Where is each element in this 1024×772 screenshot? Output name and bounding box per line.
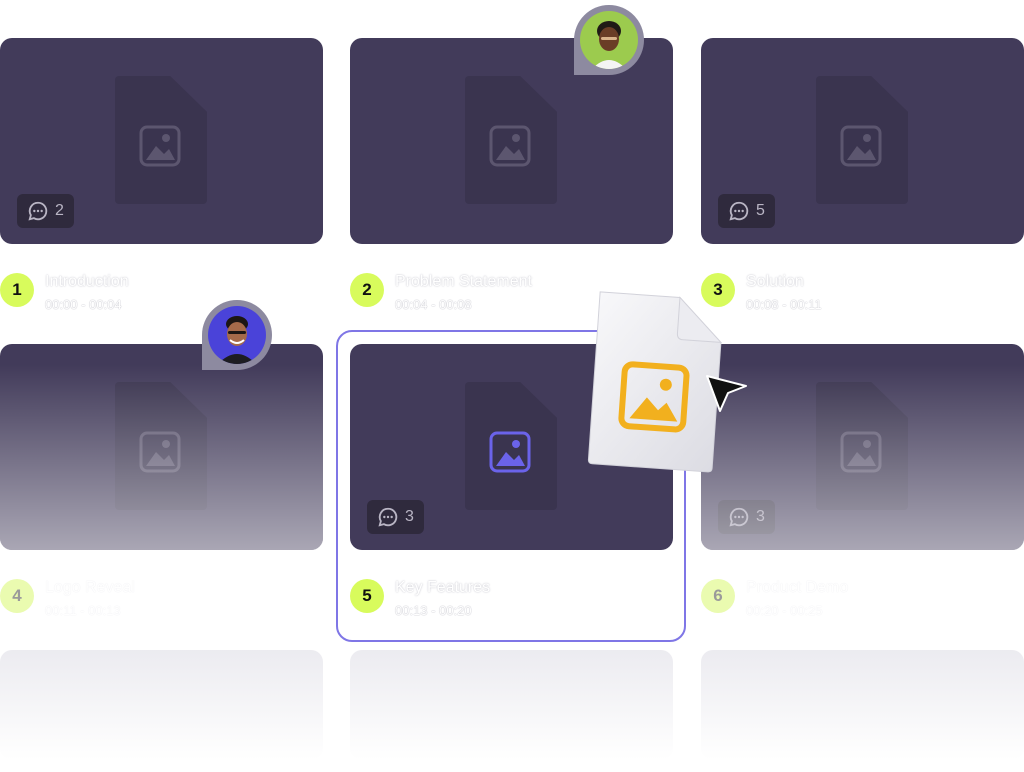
image-icon bbox=[139, 125, 181, 167]
image-icon bbox=[139, 431, 181, 473]
comment-bubble-icon bbox=[729, 201, 749, 221]
scene-number: 1 bbox=[0, 273, 34, 307]
comment-bubble-icon bbox=[729, 507, 749, 527]
avatar-photo bbox=[580, 11, 638, 69]
comment-count: 5 bbox=[756, 202, 765, 219]
image-icon bbox=[840, 125, 882, 167]
image-icon bbox=[840, 431, 882, 473]
collaborator-avatar[interactable] bbox=[574, 5, 644, 75]
scene-time: 00:08 - 00:11 bbox=[746, 297, 822, 312]
image-icon bbox=[489, 125, 531, 167]
scene-card-4[interactable] bbox=[0, 344, 323, 550]
comment-bubble-icon bbox=[28, 201, 48, 221]
scene-card-3[interactable]: 5 bbox=[701, 38, 1024, 244]
scene-time: 00:20 - 00:25 bbox=[746, 603, 823, 618]
collaborator-avatar[interactable] bbox=[202, 300, 272, 370]
comment-count: 3 bbox=[756, 508, 765, 525]
scene-card-placeholder bbox=[350, 650, 673, 760]
cursor-arrow-icon bbox=[706, 375, 747, 412]
scene-title[interactable]: Introduction bbox=[45, 273, 129, 291]
scene-number: 6 bbox=[701, 579, 735, 613]
scene-time: 00:11 - 00:13 bbox=[45, 603, 121, 618]
comment-badge[interactable]: 3 bbox=[718, 500, 775, 534]
scene-time: 00:04 - 00:08 bbox=[395, 297, 472, 312]
scene-time: 00:00 - 00:04 bbox=[45, 297, 122, 312]
comment-count: 2 bbox=[55, 202, 64, 219]
comment-badge[interactable]: 2 bbox=[17, 194, 74, 228]
comment-badge[interactable]: 5 bbox=[718, 194, 775, 228]
scene-number: 2 bbox=[350, 273, 384, 307]
scene-card-placeholder bbox=[701, 650, 1024, 760]
file-placeholder bbox=[816, 382, 908, 510]
scene-title[interactable]: Problem Statement bbox=[395, 273, 532, 291]
scene-title[interactable]: Solution bbox=[746, 273, 804, 291]
scene-card-1[interactable]: 2 bbox=[0, 38, 323, 244]
scene-meta-4: 4 Logo Reveal 00:11 - 00:13 bbox=[0, 579, 323, 627]
file-placeholder bbox=[115, 382, 207, 510]
scene-grid: 2 5 1 Introduction 00:00 - 00:04 2 Probl… bbox=[0, 0, 1024, 772]
scene-title[interactable]: Logo Reveal bbox=[45, 579, 135, 597]
scene-meta-1: 1 Introduction 00:00 - 00:04 bbox=[0, 273, 323, 321]
scene-number: 4 bbox=[0, 579, 34, 613]
scene-meta-3: 3 Solution 00:08 - 00:11 bbox=[701, 273, 1024, 321]
scene-title[interactable]: Product Demo bbox=[746, 579, 848, 597]
scene-card-placeholder bbox=[0, 650, 323, 760]
scene-meta-6: 6 Product Demo 00:20 - 00:25 bbox=[701, 579, 1024, 627]
avatar-photo bbox=[208, 306, 266, 364]
